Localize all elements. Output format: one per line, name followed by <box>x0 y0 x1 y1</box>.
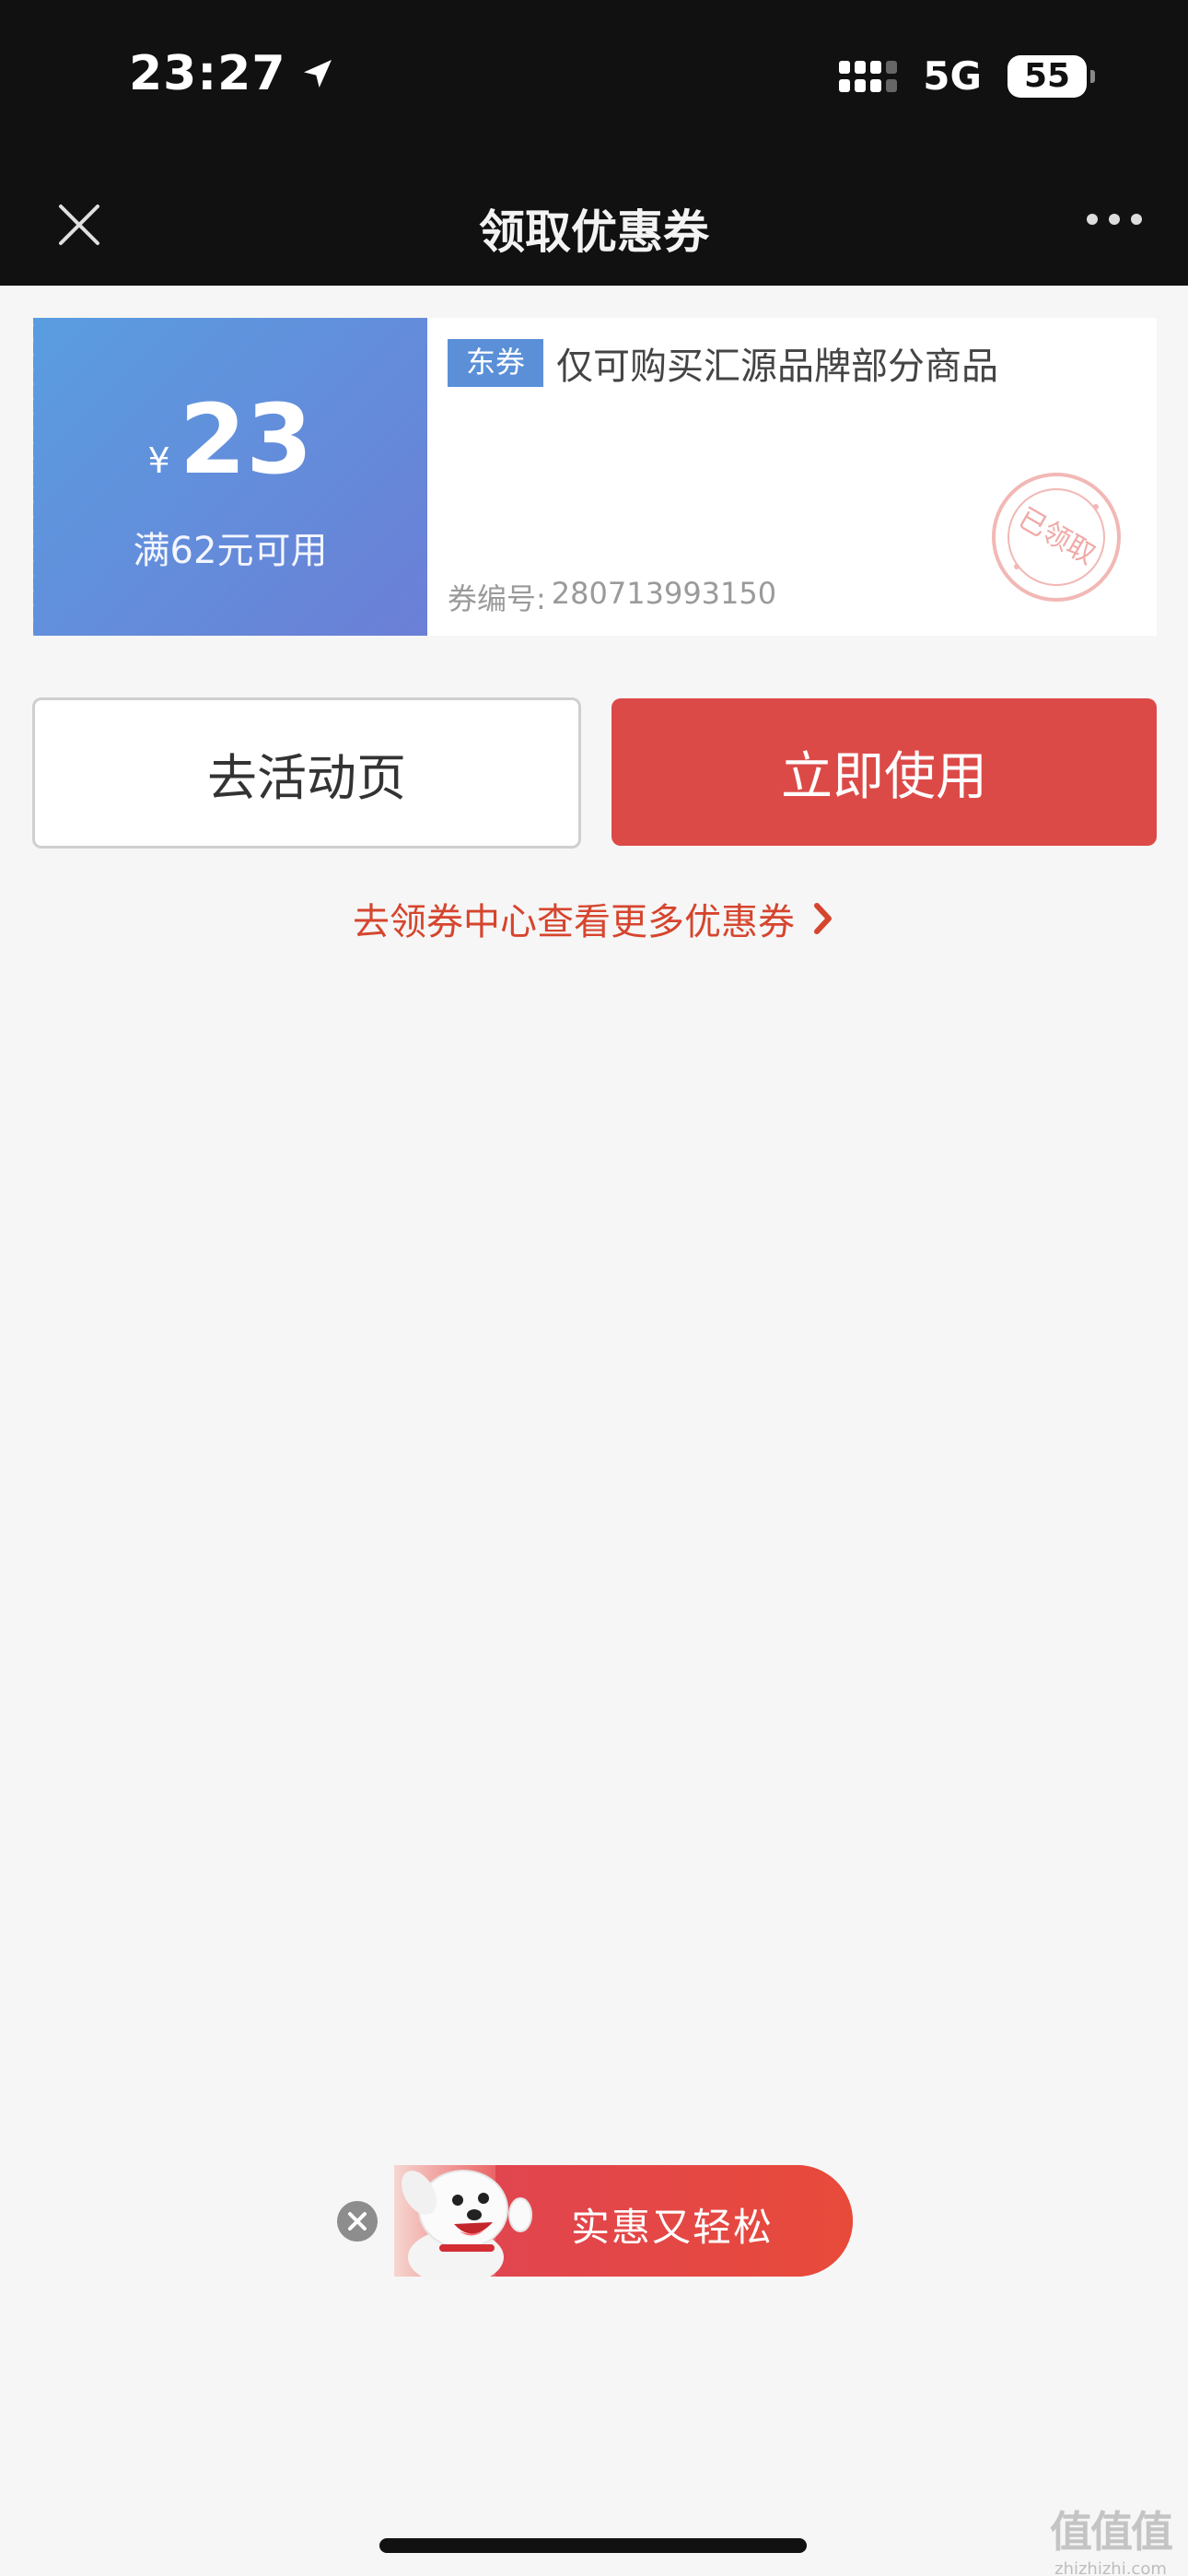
go-activity-button[interactable]: 去活动页 <box>32 697 581 849</box>
status-time-text: 23:27 <box>129 46 286 101</box>
more-icon[interactable] <box>1087 214 1142 225</box>
status-indicators: 5G 55 <box>839 53 1095 99</box>
claimed-stamp-icon: 已领取 <box>992 473 1121 602</box>
promo-close-button[interactable] <box>337 2201 378 2242</box>
dog-mascot-icon <box>402 2170 532 2281</box>
nav-bar: 领取优惠券 <box>0 166 1188 286</box>
coupon-info-panel: 东券 仅可购买汇源品牌部分商品 券编号: 280713993150 已领取 <box>427 318 1157 636</box>
coupon-title-row: 东券 仅可购买汇源品牌部分商品 <box>448 336 998 390</box>
coupon-amount-panel: ¥ 23 满62元可用 <box>28 318 427 636</box>
coupon-center-link[interactable]: 去领券中心查看更多优惠券 <box>0 892 1188 945</box>
battery-level: 55 <box>1023 57 1071 95</box>
home-indicator[interactable] <box>379 2538 807 2553</box>
coupon-amount: ¥ 23 <box>33 392 427 487</box>
watermark-logo: 值值值 <box>1050 2507 1173 2557</box>
status-bar: 23:27 5G 55 <box>0 0 1188 166</box>
coupon-page: 23:27 5G 55 领取优惠券 ¥ 23 满62元可用 东券 仅可购买汇源品… <box>0 0 1188 2576</box>
coupon-description: 仅可购买汇源品牌部分商品 <box>556 345 999 388</box>
coupon-code-value: 280713993150 <box>551 576 777 611</box>
coupon-tag: 东券 <box>448 338 544 388</box>
promo-text: 实惠又轻松 <box>571 2205 775 2250</box>
location-arrow-icon <box>303 60 332 88</box>
coupon-card[interactable]: ¥ 23 满62元可用 东券 仅可购买汇源品牌部分商品 券编号: 2807139… <box>28 318 1157 636</box>
coupon-code-row: 券编号: 280713993150 <box>448 576 776 618</box>
stamp-text: 已领取 <box>1013 502 1101 571</box>
currency-symbol: ¥ <box>147 440 170 481</box>
coupon-code-label: 券编号: <box>448 581 546 616</box>
watermark: 值值值 zhizhizhi.com <box>1050 2499 1173 2576</box>
status-time: 23:27 <box>129 46 336 101</box>
watermark-url: zhizhizhi.com <box>1054 2559 1167 2576</box>
coupon-center-link-text: 去领券中心查看更多优惠券 <box>353 901 795 943</box>
chevron-right-icon <box>814 903 832 934</box>
close-icon <box>348 2212 367 2231</box>
network-type: 5G <box>923 53 982 99</box>
coupon-condition: 满62元可用 <box>133 530 328 572</box>
page-title: 领取优惠券 <box>479 205 709 259</box>
signal-icon <box>839 60 898 92</box>
battery-icon: 55 <box>1007 54 1095 98</box>
amount-value: 23 <box>179 383 313 496</box>
use-now-button[interactable]: 立即使用 <box>611 698 1157 846</box>
